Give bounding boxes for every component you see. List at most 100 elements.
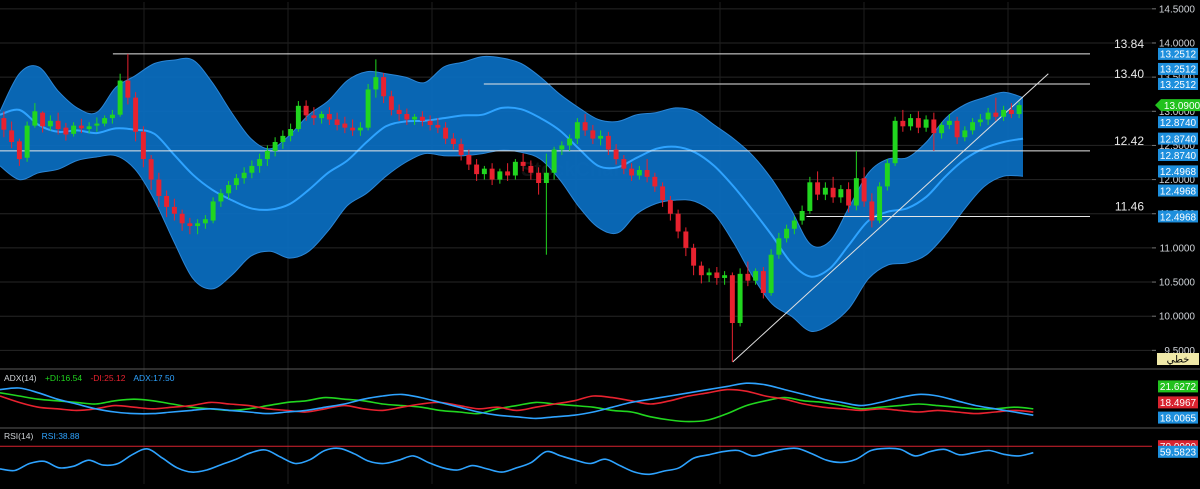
candle-body <box>78 125 84 129</box>
candle-body <box>970 122 976 131</box>
current-price-text: 13.0900 <box>1164 101 1200 112</box>
price-tag-text: 13.2512 <box>1160 80 1197 91</box>
candle-body <box>760 271 766 293</box>
candle-body <box>311 115 317 119</box>
candle-body <box>784 228 790 239</box>
candle-body <box>295 105 301 130</box>
candle-body <box>621 159 627 169</box>
candle-body <box>528 165 534 173</box>
candle-body <box>977 119 983 123</box>
level-label: 12.42 <box>1114 134 1144 148</box>
candle-body <box>923 119 929 128</box>
rsi-legend-value: RSI:38.88 <box>41 431 80 441</box>
candle-body <box>55 120 61 130</box>
candle-body <box>381 77 387 97</box>
candle-body <box>683 231 689 248</box>
price-axis-label: 10.0000 <box>1159 312 1196 323</box>
adx-legend: ADX(14) +DI:16.54 -DI:25.12 ADX:17.50 <box>4 373 180 383</box>
candle-body <box>264 150 270 160</box>
rsi-tag-text: 59.5823 <box>1160 448 1197 459</box>
candle-body <box>799 211 805 221</box>
price-axis-label: 11.0000 <box>1160 243 1196 254</box>
candle-body <box>47 120 53 127</box>
candle-body <box>388 96 394 110</box>
candle-body <box>40 112 46 127</box>
candle-body <box>660 186 666 201</box>
candle-body <box>481 168 487 175</box>
candle-body <box>412 116 418 120</box>
candle-body <box>993 112 999 117</box>
candle-body <box>280 135 286 143</box>
candle-body <box>861 178 867 202</box>
candle-body <box>102 118 108 124</box>
candle-body <box>396 109 402 115</box>
candle-body <box>326 114 332 120</box>
price-tag-text: 12.8740 <box>1160 134 1197 145</box>
price-tag-text: 12.8740 <box>1160 151 1197 162</box>
price-tag-text: 13.2512 <box>1160 65 1197 76</box>
adx-legend-plus-di: +DI:16.54 <box>44 373 83 383</box>
price-tag-text: 12.4968 <box>1160 212 1197 223</box>
candle-body <box>427 120 433 125</box>
candle-body <box>16 141 22 160</box>
candle-body <box>582 122 588 131</box>
candle-body <box>745 273 751 281</box>
candle-body <box>613 149 619 160</box>
rsi-legend: RSI(14) RSI:38.88 <box>4 431 85 441</box>
candle-body <box>846 189 852 206</box>
candle-body <box>187 223 193 227</box>
price-axis-label: 10.5000 <box>1159 278 1196 289</box>
candle-body <box>605 135 611 150</box>
candle-body <box>1 118 7 130</box>
candle-body <box>357 127 363 131</box>
candle-body <box>853 178 859 206</box>
candle-body <box>164 195 170 207</box>
candle-body <box>86 126 92 130</box>
candle-body <box>125 80 131 98</box>
adx-legend-adx: ADX:17.50 <box>133 373 175 383</box>
candle-body <box>32 111 38 126</box>
candle-body <box>520 161 526 166</box>
candle-body <box>63 127 69 135</box>
candle-body <box>133 97 139 132</box>
candle-body <box>714 272 720 278</box>
price-tag-text: 12.4968 <box>1160 167 1197 178</box>
candle-body <box>753 271 759 281</box>
candle-body <box>954 120 960 138</box>
price-tags: 13.2512 13.2512 13.2512 13.0900 12.8740 12.87… <box>1155 47 1200 223</box>
stock-chart: 14.500014.000013.500013.000012.500012.00… <box>0 0 1200 484</box>
candle-body <box>419 116 425 121</box>
candle-body <box>807 182 813 212</box>
candle-body <box>202 219 208 224</box>
chart-canvas: 14.500014.000013.500013.000012.500012.00… <box>0 0 1200 484</box>
adx-tag-text: 18.4967 <box>1160 398 1197 409</box>
level-label: 11.46 <box>1115 199 1144 213</box>
candle-body <box>117 80 123 115</box>
candle-body <box>365 89 371 128</box>
candle-body <box>915 118 921 128</box>
candle-body <box>822 187 828 195</box>
tool-badge-text: خطي <box>1167 355 1190 366</box>
candle-body <box>9 130 15 143</box>
candle-body <box>946 120 952 125</box>
candle-body <box>962 130 968 138</box>
candle-body <box>489 168 495 180</box>
candle-body <box>474 164 480 175</box>
candle-body <box>729 275 735 324</box>
candle-body <box>226 185 232 194</box>
candle-body <box>272 142 278 151</box>
candle-body <box>171 206 177 214</box>
candle-body <box>574 122 580 139</box>
candle-body <box>985 112 991 120</box>
adx-tag-text: 18.0065 <box>1160 413 1197 424</box>
candle-body <box>140 131 146 160</box>
candle-body <box>567 138 573 146</box>
candle-body <box>458 144 464 155</box>
candle-body <box>241 172 247 179</box>
candle-body <box>652 176 658 187</box>
candle-body <box>590 130 596 139</box>
candle-body <box>636 170 642 176</box>
adx-legend-title: ADX(14) <box>4 373 37 383</box>
candle-body <box>698 265 704 276</box>
candle-body <box>350 127 356 131</box>
